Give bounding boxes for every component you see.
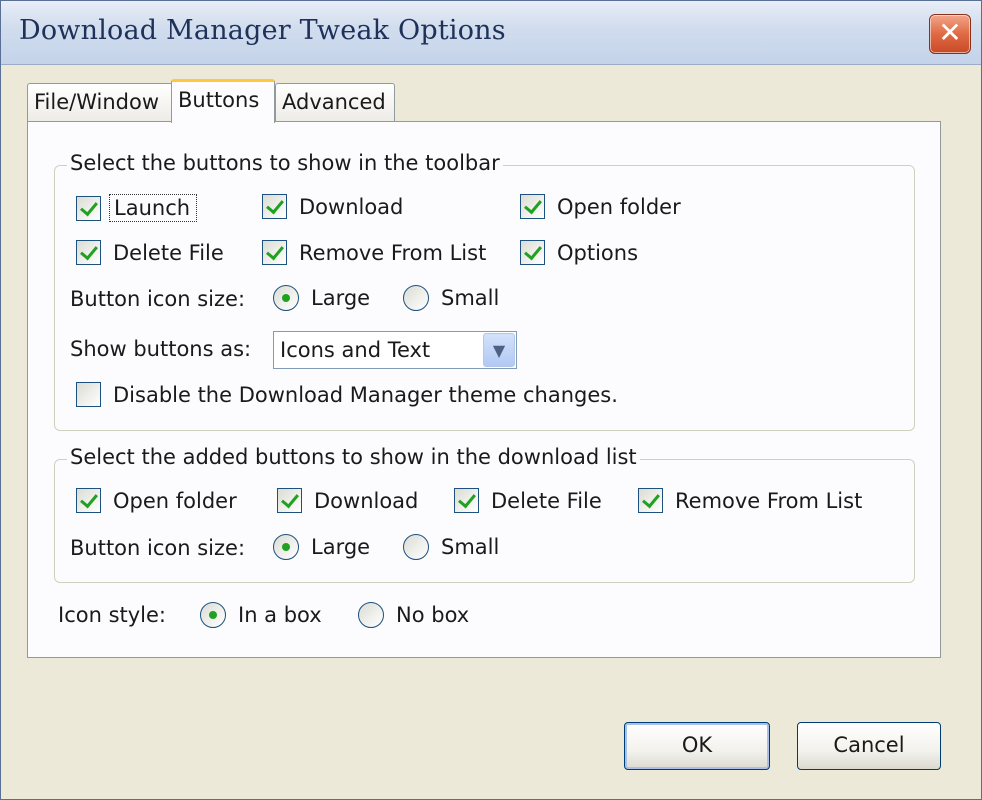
checkbox-box[interactable] — [520, 194, 545, 219]
radio-in-a-box[interactable]: In a box — [200, 602, 322, 628]
checkbox-delete-file[interactable]: Delete File — [76, 240, 224, 265]
checkbox-launch[interactable]: Launch — [76, 194, 198, 222]
list-checkbox-delete-file[interactable]: Delete File — [454, 488, 602, 513]
checkbox-label: Delete File — [491, 488, 602, 513]
checkbox-box[interactable] — [76, 195, 101, 221]
checkbox-label: Launch — [109, 194, 198, 222]
checkbox-box[interactable] — [76, 382, 101, 407]
show-buttons-as-select[interactable]: Icons and Text ▼ — [273, 331, 517, 369]
list-checkbox-download[interactable]: Download — [277, 488, 418, 513]
checkbox-label: Remove From List — [675, 488, 863, 513]
toolbar-buttons-group: Select the buttons to show in the toolba… — [54, 151, 915, 431]
radio-circle[interactable] — [403, 534, 429, 560]
icon-style-label: Icon style: — [58, 603, 167, 627]
list-icon-size-label: Button icon size: — [70, 536, 246, 560]
radio-circle[interactable] — [200, 602, 226, 628]
checkbox-box[interactable] — [638, 488, 663, 513]
show-buttons-as-label: Show buttons as: — [70, 337, 252, 361]
radio-list-large[interactable]: Large — [273, 534, 370, 560]
radio-label: No box — [396, 603, 470, 627]
checkbox-label: Open folder — [113, 488, 237, 513]
radio-circle[interactable] — [273, 534, 299, 560]
radio-circle[interactable] — [358, 602, 384, 628]
checkbox-label: Disable the Download Manager theme chang… — [113, 382, 618, 407]
checkbox-options[interactable]: Options — [520, 240, 638, 265]
radio-label: Large — [311, 535, 371, 559]
chevron-down-icon[interactable]: ▼ — [483, 333, 515, 367]
dialog-client: File/Window Buttons Advanced Select the … — [9, 67, 973, 793]
checkbox-box[interactable] — [262, 240, 287, 265]
tab-file-window[interactable]: File/Window — [27, 83, 173, 123]
checkbox-box[interactable] — [277, 488, 302, 513]
ok-button[interactable]: OK — [624, 722, 770, 770]
toolbar-icon-size-label: Button icon size: — [70, 287, 246, 311]
checkbox-label: Delete File — [113, 240, 224, 265]
checkbox-box[interactable] — [76, 488, 101, 513]
checkbox-box[interactable] — [76, 240, 101, 265]
title-bar[interactable]: Download Manager Tweak Options ✕ — [1, 1, 981, 65]
radio-toolbar-large[interactable]: Large — [273, 285, 370, 311]
checkbox-download[interactable]: Download — [262, 194, 403, 219]
radio-label: In a box — [238, 603, 322, 627]
checkbox-open-folder[interactable]: Open folder — [520, 194, 681, 219]
close-button[interactable]: ✕ — [929, 14, 971, 54]
list-checkbox-remove-from-list[interactable]: Remove From List — [638, 488, 862, 513]
list-checkbox-open-folder[interactable]: Open folder — [76, 488, 237, 513]
download-list-buttons-group: Select the added buttons to show in the … — [54, 445, 915, 583]
checkbox-label: Download — [314, 488, 419, 513]
radio-label: Large — [311, 286, 371, 310]
radio-circle[interactable] — [273, 285, 299, 311]
tab-advanced[interactable]: Advanced — [275, 83, 395, 123]
radio-label: Small — [441, 286, 500, 310]
radio-toolbar-small[interactable]: Small — [403, 285, 499, 311]
checkbox-box[interactable] — [520, 240, 545, 265]
dialog-window: Download Manager Tweak Options ✕ File/Wi… — [0, 0, 982, 800]
radio-list-small[interactable]: Small — [403, 534, 499, 560]
checkbox-box[interactable] — [454, 488, 479, 513]
buttons-tab-panel: Select the buttons to show in the toolba… — [27, 121, 941, 658]
radio-label: Small — [441, 535, 500, 559]
window-title: Download Manager Tweak Options — [19, 15, 506, 46]
select-value: Icons and Text — [280, 338, 431, 362]
checkbox-remove-from-list[interactable]: Remove From List — [262, 240, 486, 265]
list-group-title: Select the added buttons to show in the … — [67, 445, 640, 469]
tab-buttons[interactable]: Buttons — [171, 79, 275, 123]
toolbar-group-title: Select the buttons to show in the toolba… — [67, 151, 503, 175]
checkbox-label: Remove From List — [299, 240, 487, 265]
checkbox-box[interactable] — [262, 194, 287, 219]
checkbox-label: Download — [299, 194, 404, 219]
radio-circle[interactable] — [403, 285, 429, 311]
checkbox-label: Open folder — [557, 194, 681, 219]
cancel-button[interactable]: Cancel — [797, 722, 941, 770]
checkbox-label: Options — [557, 240, 639, 265]
checkbox-disable-theme[interactable]: Disable the Download Manager theme chang… — [76, 382, 618, 407]
radio-no-box[interactable]: No box — [358, 602, 469, 628]
close-icon: ✕ — [938, 16, 962, 49]
